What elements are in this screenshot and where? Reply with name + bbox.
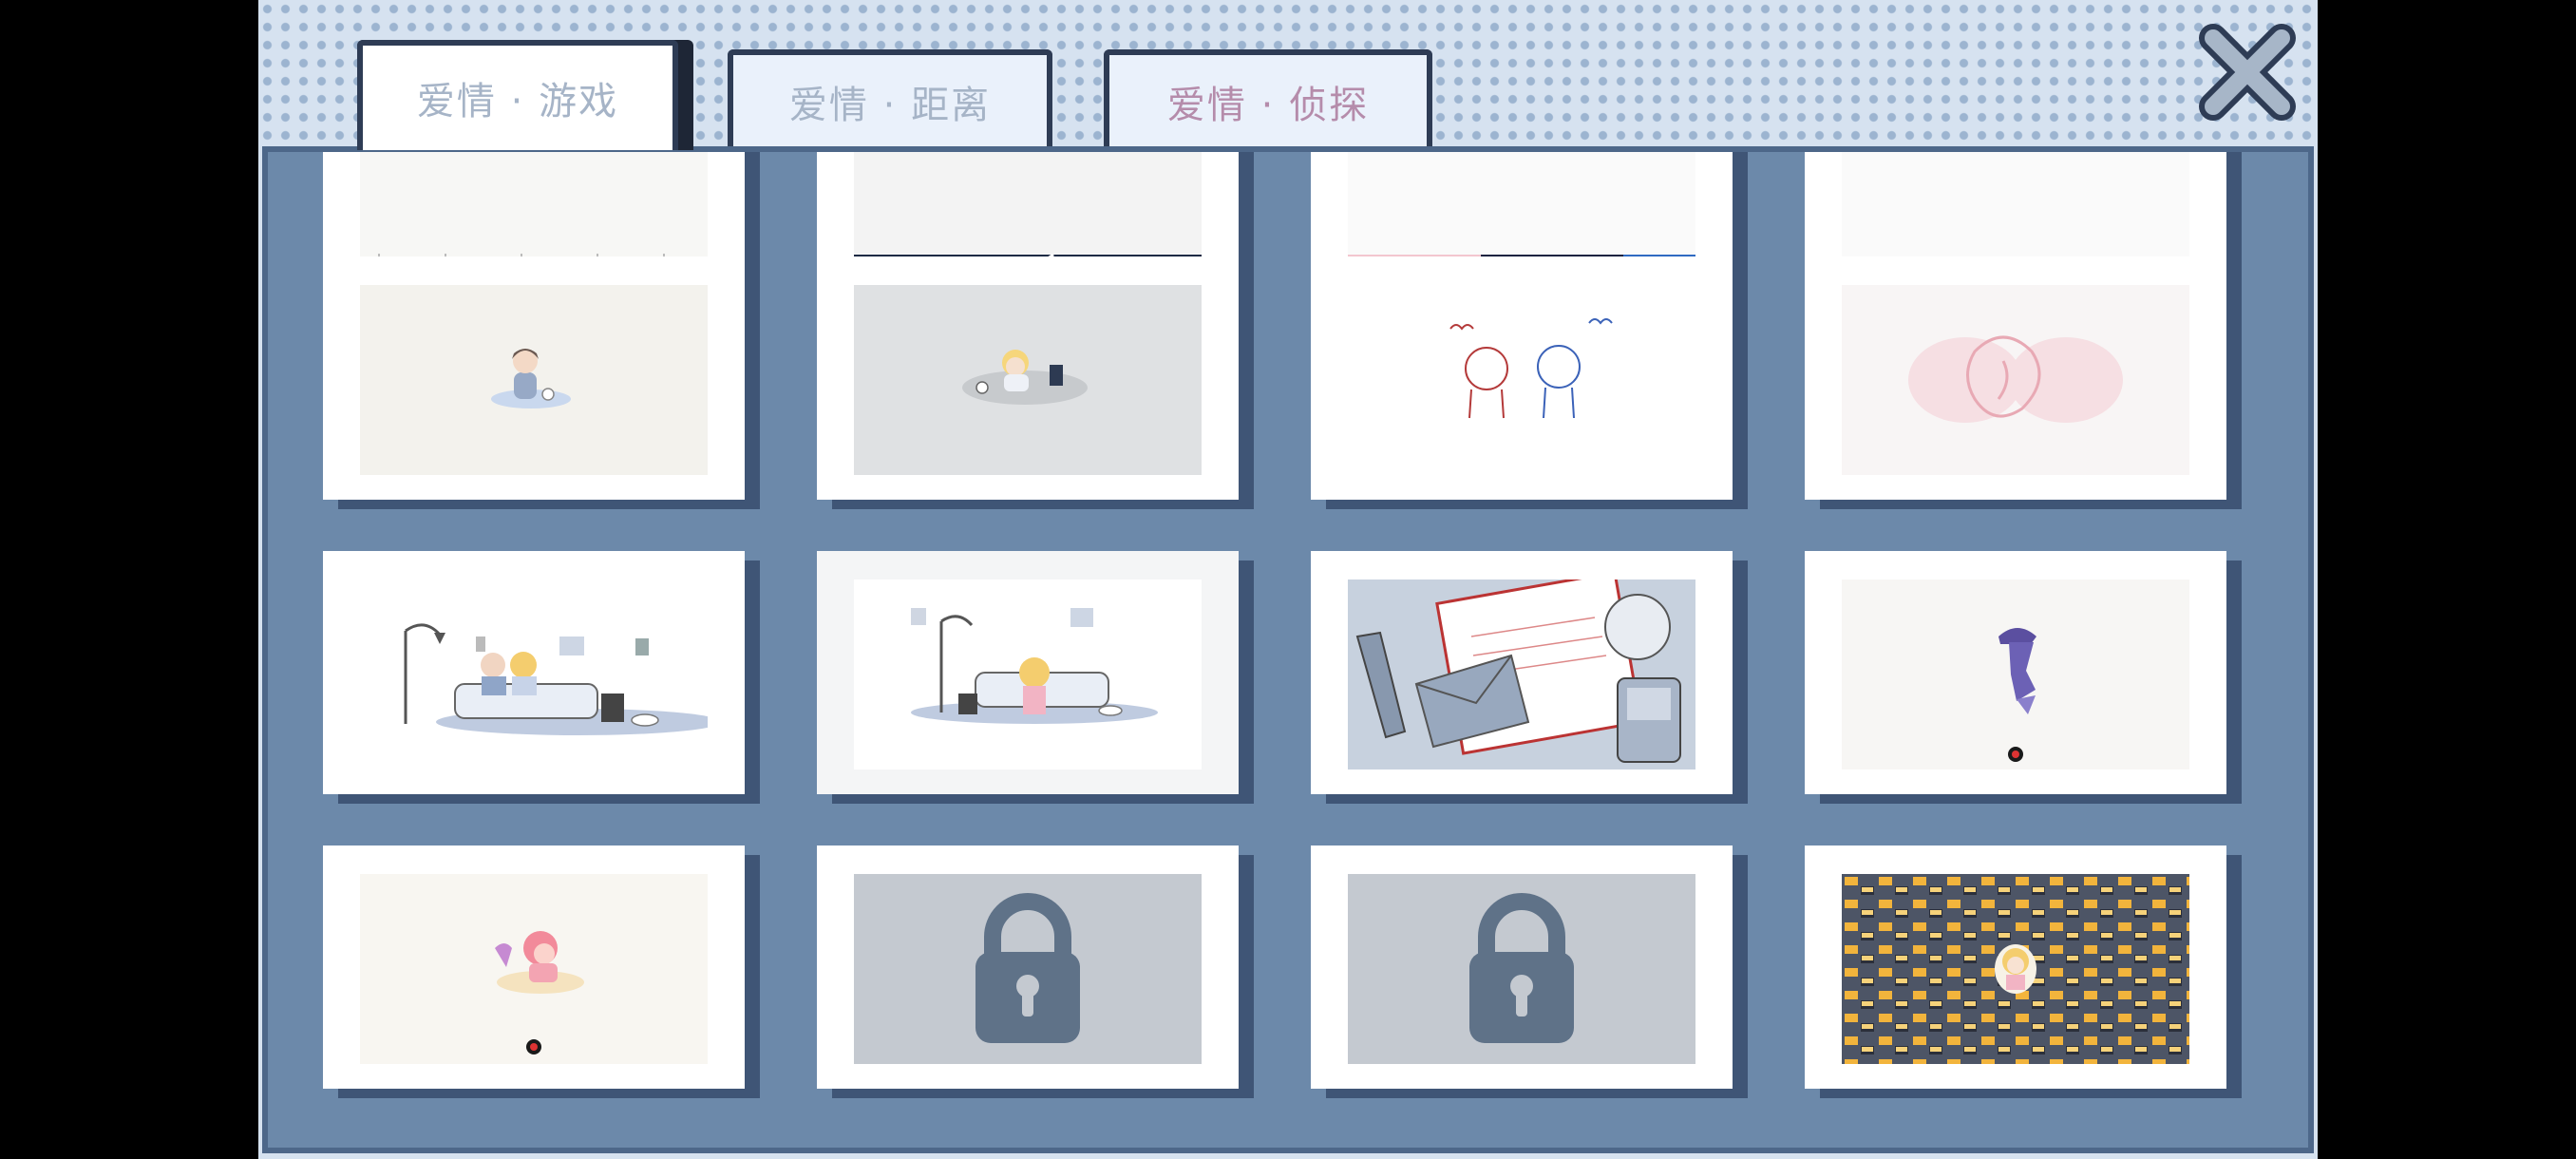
- cg-thumbnail-locked: [854, 874, 1202, 1064]
- tab-label: 爱情 · 侦探: [1166, 84, 1370, 127]
- gallery-card[interactable]: [817, 256, 1239, 500]
- cg-thumbnail: [360, 152, 708, 268]
- cg-thumbnail: [360, 874, 708, 1064]
- gallery-panel: [262, 146, 2314, 1153]
- gallery-card[interactable]: [817, 551, 1239, 794]
- close-x-icon: [2199, 24, 2296, 121]
- cg-thumbnail: [1348, 580, 1695, 770]
- gallery-screen: 爱情 · 游戏 爱情 · 距离 爱情 · 侦探: [258, 0, 2318, 1159]
- cg-thumbnail: [854, 285, 1202, 475]
- cg-thumbnail-locked: [1348, 874, 1695, 1064]
- gallery-card[interactable]: [1805, 551, 2226, 794]
- tab-love-detective[interactable]: 爱情 · 侦探: [1104, 49, 1432, 148]
- cg-thumbnail: [1842, 285, 2189, 475]
- cg-thumbnail: [360, 285, 708, 475]
- tab-label: 爱情 · 距离: [788, 84, 992, 127]
- cg-thumbnail: [854, 152, 1202, 268]
- cg-thumbnail: [1842, 580, 2189, 770]
- gallery-card[interactable]: [323, 551, 745, 794]
- gallery-card-locked[interactable]: [1311, 846, 1733, 1089]
- cg-thumbnail: [1842, 152, 2189, 268]
- gallery-card[interactable]: [1805, 846, 2226, 1089]
- gallery-card[interactable]: [1311, 551, 1733, 794]
- cg-thumbnail: [1348, 285, 1695, 475]
- gallery-card[interactable]: [1805, 256, 2226, 500]
- gallery-card-locked[interactable]: [817, 846, 1239, 1089]
- tab-love-distance[interactable]: 爱情 · 距离: [728, 49, 1052, 148]
- cg-thumbnail: [854, 580, 1202, 770]
- cg-thumbnail: [1842, 874, 2189, 1064]
- gallery-card[interactable]: [323, 846, 745, 1089]
- gallery-card[interactable]: [1311, 256, 1733, 500]
- tab-love-game[interactable]: 爱情 · 游戏: [357, 40, 678, 150]
- cg-thumbnail: [1348, 152, 1695, 268]
- gallery-card[interactable]: [323, 256, 745, 500]
- close-button[interactable]: [2194, 19, 2301, 125]
- tab-label: 爱情 · 游戏: [416, 80, 619, 124]
- cg-thumbnail: [360, 580, 708, 770]
